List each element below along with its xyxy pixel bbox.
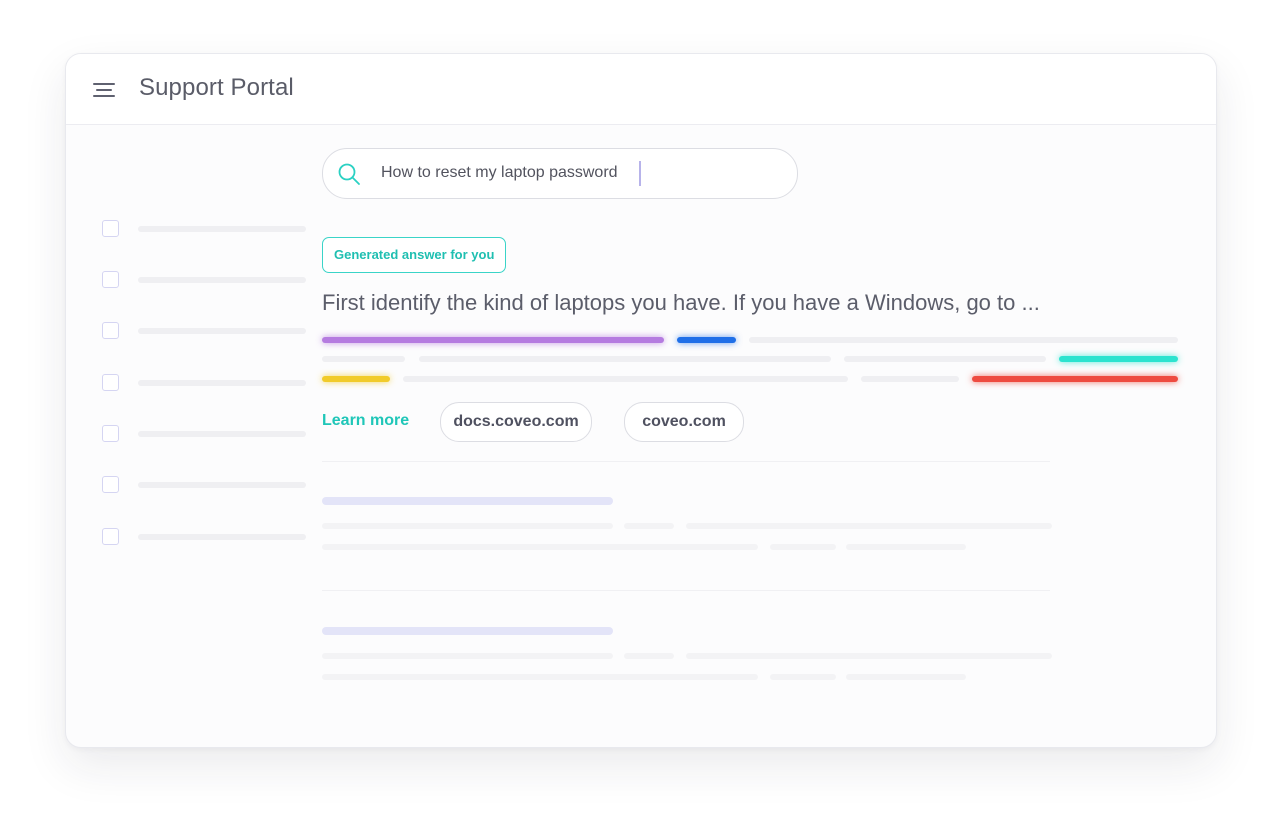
citation-highlight-yellow[interactable] [322, 376, 390, 382]
result-excerpt-placeholder [322, 523, 613, 529]
citation-highlight-purple[interactable] [322, 337, 664, 343]
facet-label-placeholder [138, 482, 306, 488]
facet-item[interactable] [102, 322, 312, 342]
facet-item[interactable] [102, 220, 312, 240]
facet-checkbox[interactable] [102, 271, 119, 288]
result-title-placeholder[interactable] [322, 497, 613, 505]
facet-checkbox[interactable] [102, 374, 119, 391]
facet-label-placeholder [138, 226, 306, 232]
hamburger-menu-icon[interactable] [93, 82, 115, 98]
page-title: Support Portal [139, 74, 294, 101]
facet-label-placeholder [138, 431, 306, 437]
facet-label-placeholder [138, 328, 306, 334]
text-caret [639, 161, 641, 186]
text-placeholder [749, 337, 1178, 343]
citation-highlight-red[interactable] [972, 376, 1178, 382]
result-excerpt-placeholder [624, 523, 674, 529]
text-placeholder [861, 376, 959, 382]
result-excerpt-placeholder [846, 674, 966, 680]
learn-more-label: Learn more [322, 412, 410, 429]
facet-checkbox[interactable] [102, 425, 119, 442]
app-window: Support Portal How to reset my laptop pa… [65, 53, 1217, 748]
text-placeholder [403, 376, 848, 382]
result-excerpt-placeholder [624, 653, 674, 659]
result-excerpt-placeholder [322, 544, 758, 550]
facet-item[interactable] [102, 271, 312, 291]
facet-item[interactable] [102, 374, 312, 394]
result-excerpt-placeholder [770, 544, 836, 550]
citation-highlight-blue[interactable] [677, 337, 736, 343]
result-excerpt-placeholder [686, 653, 1052, 659]
result-excerpt-placeholder [686, 523, 1052, 529]
text-placeholder [844, 356, 1046, 362]
facet-checkbox[interactable] [102, 220, 119, 237]
facet-item[interactable] [102, 476, 312, 496]
search-icon [338, 163, 360, 185]
result-divider [322, 590, 1050, 591]
facet-label-placeholder [138, 380, 306, 386]
result-excerpt-placeholder [322, 674, 758, 680]
result-excerpt-placeholder [846, 544, 966, 550]
text-placeholder [419, 356, 831, 362]
text-placeholder [322, 356, 405, 362]
result-title-placeholder[interactable] [322, 627, 613, 635]
facet-item[interactable] [102, 425, 312, 445]
generated-answer-badge: Generated answer for you [322, 237, 507, 273]
result-divider [322, 461, 1050, 462]
facet-checkbox[interactable] [102, 322, 119, 339]
search-box[interactable]: How to reset my laptop password [322, 148, 798, 199]
source-chip[interactable]: docs.coveo.com [440, 402, 592, 442]
source-chip[interactable]: coveo.com [624, 402, 744, 442]
top-header: Support Portal [66, 54, 1216, 125]
result-excerpt-placeholder [322, 653, 613, 659]
result-excerpt-placeholder [770, 674, 836, 680]
citation-highlight-teal[interactable] [1059, 356, 1178, 362]
facet-checkbox[interactable] [102, 528, 119, 545]
facet-label-placeholder [138, 534, 306, 540]
facet-checkbox[interactable] [102, 476, 119, 493]
facet-label-placeholder [138, 277, 306, 283]
search-input[interactable]: How to reset my laptop password [381, 164, 618, 182]
facet-item[interactable] [102, 528, 312, 548]
generated-answer-text: First identify the kind of laptops you h… [322, 290, 1040, 315]
